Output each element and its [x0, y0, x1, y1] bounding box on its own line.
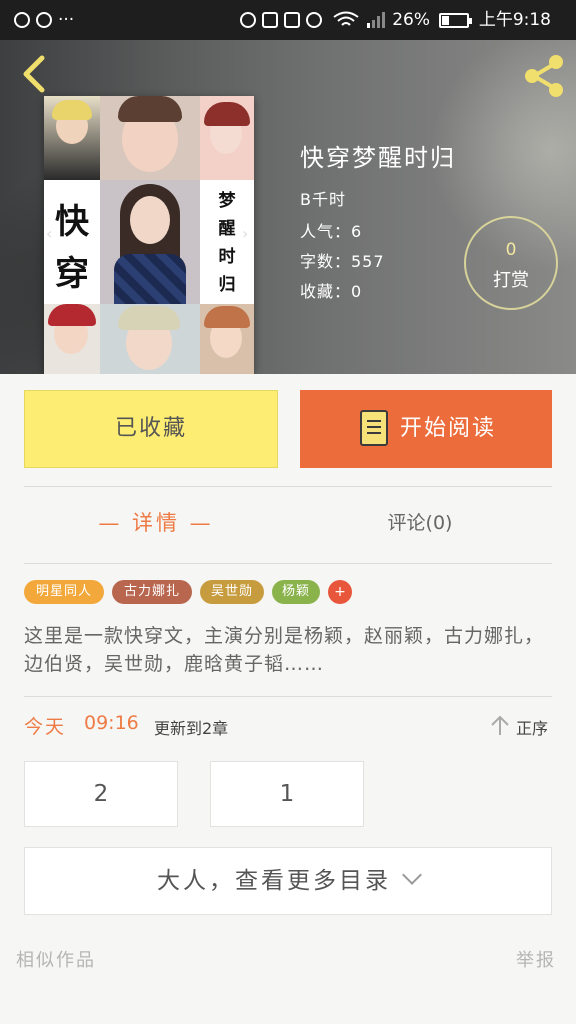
chapter-button[interactable]: 2	[24, 761, 178, 827]
collected-button[interactable]: 已收藏	[24, 390, 278, 468]
book-word-count: 字数：557	[300, 252, 385, 271]
book-icon	[360, 410, 388, 446]
tag-chip[interactable]: 古力娜扎	[112, 580, 192, 604]
book-author[interactable]: B千时	[300, 186, 346, 210]
cover-photo	[44, 304, 100, 374]
tip-label: 打赏	[493, 270, 529, 291]
view-more-catalog-label: 大人，查看更多目录	[157, 868, 391, 894]
cover-photo	[100, 96, 200, 180]
signal-icon	[366, 12, 385, 28]
view-more-catalog-button[interactable]: 大人，查看更多目录	[24, 847, 552, 915]
tag-chip[interactable]: 吴世勋	[200, 580, 264, 604]
similar-works-heading: 相似作品	[16, 950, 96, 971]
alarm-icon	[306, 12, 322, 28]
cover-photo-center	[100, 180, 200, 304]
sort-order-button[interactable]: 正序	[490, 712, 552, 742]
update-status: 更新到2章	[154, 719, 229, 738]
battery-percent: 26%	[392, 10, 431, 30]
record-icon	[36, 12, 52, 28]
tab-comments[interactable]: 评论(0)	[288, 500, 552, 546]
status-right-icons: 26% 上午9:18	[240, 0, 551, 40]
tip-count: 0	[505, 240, 517, 260]
book-cover[interactable]: 快 穿 梦 醒 时 归 ‹ ›	[44, 96, 254, 374]
add-tag-button[interactable]: +	[328, 580, 352, 604]
tip-button[interactable]: 0 打赏	[464, 216, 558, 310]
sort-order-label: 正序	[516, 719, 549, 738]
tag-chip[interactable]: 杨颖	[272, 580, 320, 604]
clock: 上午9:18	[478, 10, 552, 30]
book-title: 快穿梦醒时归	[300, 144, 456, 172]
update-time: 09:16	[84, 712, 139, 734]
alarm-icon	[14, 12, 30, 28]
cover-photo	[200, 304, 254, 374]
chevron-down-icon	[402, 865, 422, 885]
status-bar: ··· 26% 上午9:18	[0, 0, 576, 40]
share-icon	[525, 55, 563, 97]
book-favorites: 收藏：0	[300, 282, 363, 301]
report-link[interactable]: 举报	[516, 946, 556, 972]
cover-prev-arrow-icon: ‹	[46, 224, 53, 243]
book-description[interactable]: 这里是一款快穿文，主演分别是杨颖，赵丽颖，古力娜扎，边伯贤，吴世勋，鹿晗黄子韬……	[24, 622, 554, 678]
book-popularity: 人气：6	[300, 222, 363, 241]
wifi-icon	[333, 11, 360, 26]
more-dots-icon: ···	[58, 10, 75, 30]
chapter-button[interactable]: 1	[210, 761, 364, 827]
nfc-icon	[262, 12, 278, 28]
cover-next-arrow-icon: ›	[242, 224, 249, 243]
mute-icon	[284, 12, 300, 28]
back-button[interactable]	[14, 52, 54, 96]
start-reading-label: 开始阅读	[400, 416, 497, 441]
battery-icon	[439, 12, 473, 28]
status-left-icons: ···	[14, 0, 74, 40]
update-day: 今天	[24, 716, 67, 738]
cover-photo	[44, 96, 100, 180]
vibrate-icon	[240, 12, 256, 28]
cover-photo	[200, 96, 254, 180]
book-header: 快 穿 梦 醒 时 归 ‹ › 快穿梦醒时归 B千时 人气：6 字数：557 收…	[0, 40, 576, 374]
start-reading-button[interactable]: 开始阅读	[300, 390, 552, 468]
divider	[24, 486, 552, 487]
cover-photo	[100, 304, 200, 374]
arrow-up-icon	[491, 715, 509, 735]
divider	[24, 563, 552, 564]
share-button[interactable]	[520, 52, 568, 100]
tab-detail[interactable]: — 详情 —	[24, 500, 288, 546]
tag-chip[interactable]: 明星同人	[24, 580, 104, 604]
divider	[24, 696, 552, 697]
update-row: 今天 09:16 更新到2章 正序	[24, 712, 552, 742]
